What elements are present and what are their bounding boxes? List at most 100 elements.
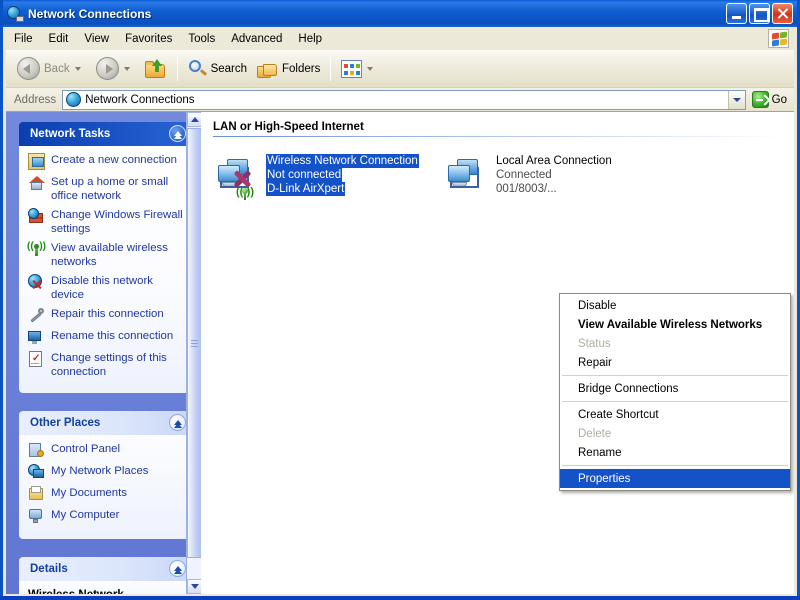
wireless-icon: (())	[28, 241, 45, 258]
forward-button[interactable]	[91, 53, 140, 85]
search-label: Search	[211, 63, 247, 75]
search-button[interactable]: Search	[183, 53, 252, 85]
back-dropdown-caret-icon[interactable]	[75, 67, 81, 71]
network-tasks-title: Network Tasks	[30, 128, 110, 140]
group-header-rule	[213, 136, 784, 137]
views-dropdown-caret-icon[interactable]	[367, 67, 373, 71]
scroll-down-button[interactable]	[187, 579, 201, 594]
context-menu-item-view-available-wireless-networks[interactable]: View Available Wireless Networks	[560, 315, 790, 334]
wireless-badge-icon: (())	[237, 186, 253, 200]
network-tasks-panel: Network Tasks Create a new connection	[19, 122, 193, 393]
menu-file[interactable]: File	[6, 30, 41, 48]
disable-device-icon	[28, 274, 45, 291]
address-input[interactable]: Network Connections	[62, 90, 745, 110]
connections-list-view[interactable]: LAN or High-Speed Internet	[201, 112, 794, 594]
windows-flag-icon[interactable]	[768, 29, 789, 48]
context-menu[interactable]: Disable View Available Wireless Networks…	[559, 293, 791, 491]
search-icon	[188, 59, 207, 78]
network-tasks-header[interactable]: Network Tasks	[19, 122, 193, 146]
task-disable-network-device[interactable]: Disable this network device	[28, 274, 186, 302]
menu-edit[interactable]: Edit	[41, 30, 77, 48]
my-documents-icon	[28, 486, 45, 503]
scroll-up-button[interactable]	[187, 112, 201, 127]
context-menu-item-status: Status	[560, 334, 790, 353]
other-places-header[interactable]: Other Places	[19, 411, 193, 435]
maximize-button[interactable]	[749, 3, 770, 24]
forward-dropdown-caret-icon[interactable]	[124, 67, 130, 71]
address-value: Network Connections	[85, 94, 727, 106]
chevron-up-icon	[174, 131, 182, 136]
task-setup-home-network[interactable]: Set up a home or small office network	[28, 175, 186, 203]
context-menu-item-rename[interactable]: Rename	[560, 443, 790, 462]
title-bar: Network Connections	[3, 0, 797, 27]
network-tasks-body: Create a new connection Set up a home or…	[19, 146, 193, 393]
connection-device: D-Link AirXpert	[266, 182, 345, 196]
go-button[interactable]: Go	[746, 91, 791, 108]
new-connection-icon	[28, 153, 45, 170]
context-menu-item-properties[interactable]: Properties	[560, 469, 790, 488]
context-menu-item-repair[interactable]: Repair	[560, 353, 790, 372]
menu-tools[interactable]: Tools	[180, 30, 223, 48]
collapse-other-places-button[interactable]	[169, 414, 186, 431]
go-arrow-icon	[752, 91, 769, 108]
repair-wrench-icon	[28, 307, 45, 324]
go-label: Go	[772, 94, 787, 106]
task-change-settings[interactable]: ✓ Change settings of this connection	[28, 351, 186, 379]
taskbar-strip	[0, 596, 800, 600]
scrollbar-thumb[interactable]	[187, 128, 201, 558]
task-pane-scrollbar[interactable]	[186, 112, 201, 594]
minimize-button[interactable]	[726, 3, 747, 24]
task-rename-connection[interactable]: Rename this connection	[28, 329, 186, 346]
menu-help[interactable]: Help	[290, 30, 330, 48]
chevron-up-icon	[174, 420, 182, 425]
close-button[interactable]	[772, 3, 793, 24]
other-places-panel: Other Places Control Panel	[19, 411, 193, 539]
up-button[interactable]	[140, 53, 172, 85]
context-menu-item-bridge-connections[interactable]: Bridge Connections	[560, 379, 790, 398]
details-title: Details	[30, 563, 68, 575]
back-button[interactable]: Back	[12, 53, 91, 85]
task-label: Change settings of this connection	[51, 351, 186, 379]
back-label: Back	[44, 63, 70, 75]
connection-item-local-area[interactable]: Local Area Connection Connected 001/8003…	[443, 153, 673, 201]
task-repair-connection[interactable]: Repair this connection	[28, 307, 186, 324]
local-area-connection-icon	[443, 153, 491, 201]
context-menu-item-disable[interactable]: Disable	[560, 296, 790, 315]
address-dropdown-button[interactable]	[728, 91, 745, 109]
place-label: My Network Places	[51, 464, 148, 478]
rename-icon	[28, 329, 45, 346]
up-folder-icon	[145, 59, 167, 78]
context-menu-item-create-shortcut[interactable]: Create Shortcut	[560, 405, 790, 424]
place-my-computer[interactable]: My Computer	[28, 508, 186, 525]
menu-view[interactable]: View	[76, 30, 117, 48]
my-network-places-icon	[28, 464, 45, 481]
context-menu-separator	[562, 465, 788, 466]
connection-item-wireless[interactable]: (()) Wireless Network Connection Not con…	[213, 153, 443, 201]
details-header[interactable]: Details	[19, 557, 193, 581]
task-label: Set up a home or small office network	[51, 175, 186, 203]
views-button[interactable]	[336, 53, 383, 85]
task-change-firewall-settings[interactable]: Change Windows Firewall settings	[28, 208, 186, 236]
network-connections-window: Network Connections File Edit View Favor…	[0, 0, 800, 600]
views-icon	[341, 60, 362, 78]
control-panel-icon	[28, 442, 45, 459]
place-my-network-places[interactable]: My Network Places	[28, 464, 186, 481]
collapse-network-tasks-button[interactable]	[169, 125, 186, 142]
task-create-new-connection[interactable]: Create a new connection	[28, 153, 186, 170]
menu-advanced[interactable]: Advanced	[223, 30, 290, 48]
network-globe-icon	[7, 5, 24, 22]
window-title: Network Connections	[28, 7, 726, 21]
collapse-details-button[interactable]	[169, 560, 186, 577]
menu-favorites[interactable]: Favorites	[117, 30, 180, 48]
chevron-up-icon	[191, 117, 199, 122]
place-my-documents[interactable]: My Documents	[28, 486, 186, 503]
chevron-down-icon	[733, 98, 741, 102]
details-body: Wireless Network	[19, 581, 193, 594]
task-view-available-wireless-networks[interactable]: (()) View available wireless networks	[28, 241, 186, 269]
task-label: Disable this network device	[51, 274, 186, 302]
task-label: Repair this connection	[51, 307, 164, 321]
place-control-panel[interactable]: Control Panel	[28, 442, 186, 459]
folders-button[interactable]: Folders	[252, 53, 325, 85]
connection-name: Wireless Network Connection	[266, 154, 419, 168]
settings-icon: ✓	[28, 351, 45, 368]
